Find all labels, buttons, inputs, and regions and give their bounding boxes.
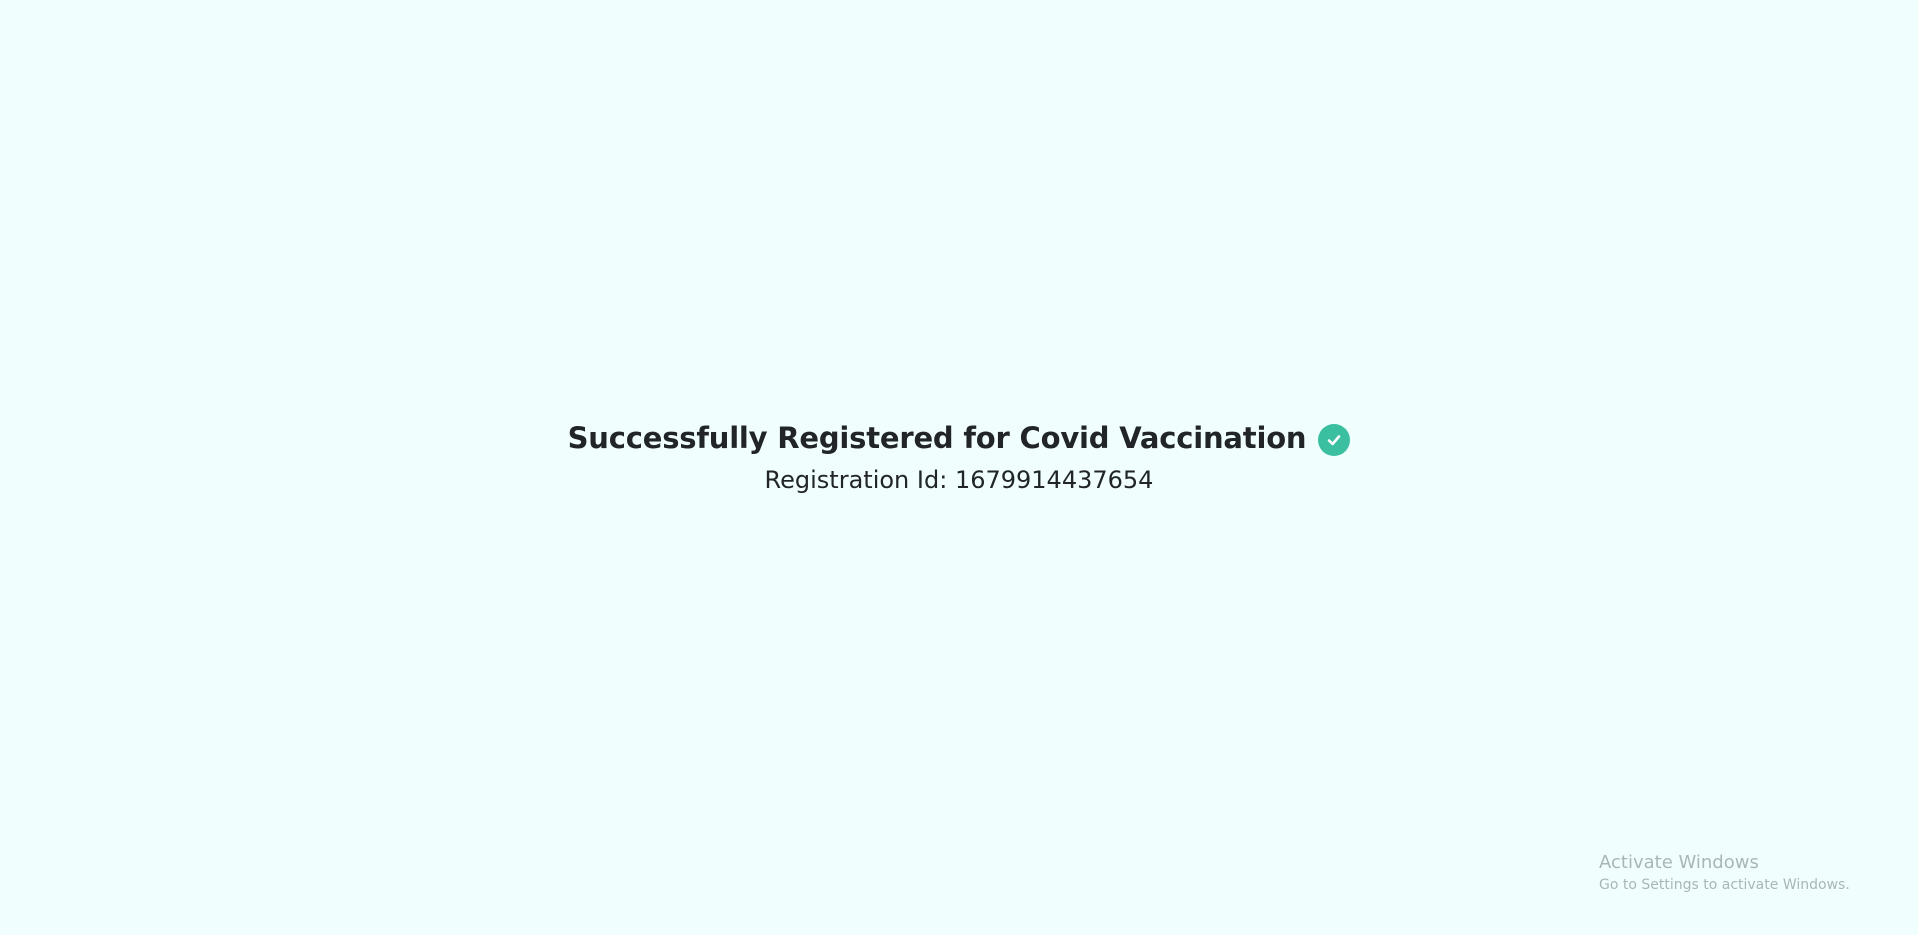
watermark-title: Activate Windows <box>1599 852 1759 873</box>
confirmation-title-row: Successfully Registered for Covid Vaccin… <box>568 418 1351 458</box>
watermark-subtitle: Go to Settings to activate Windows. <box>1599 877 1850 893</box>
registration-label: Registration Id: <box>764 466 948 494</box>
windows-activation-watermark: Activate Windows Go to Settings to activ… <box>1599 851 1850 895</box>
confirmation-title: Successfully Registered for Covid Vaccin… <box>567 421 1307 455</box>
registration-id: 1679914437654 <box>954 466 1154 494</box>
registration-line: Registration Id: 1679914437654 <box>765 466 1154 494</box>
check-mark-glyph <box>1328 435 1341 446</box>
confirmation-panel: Successfully Registered for Covid Vaccin… <box>0 418 1918 494</box>
check-circle-icon <box>1318 424 1351 456</box>
page: Successfully Registered for Covid Vaccin… <box>0 0 1918 935</box>
